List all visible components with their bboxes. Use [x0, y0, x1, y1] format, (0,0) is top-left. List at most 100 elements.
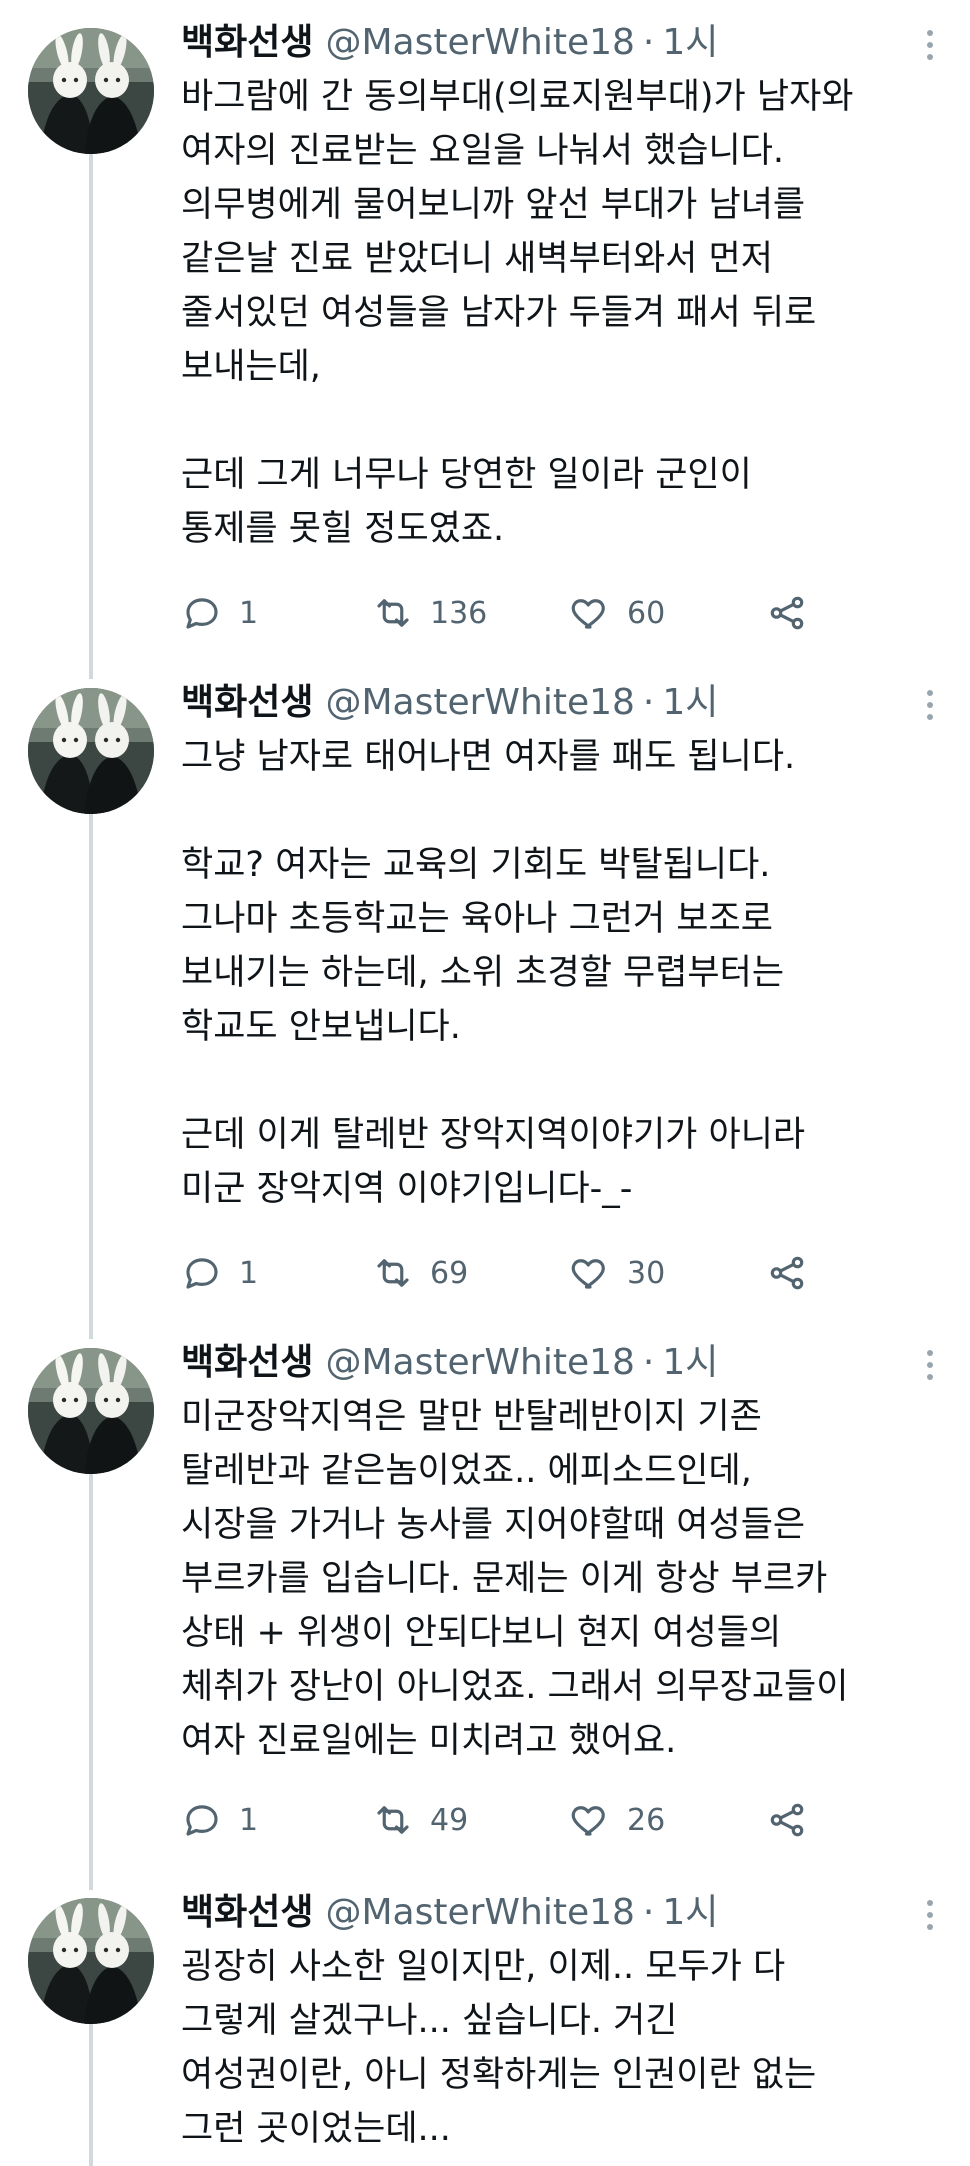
- more-dot-icon: [927, 1924, 933, 1930]
- retweet-count: 49: [430, 1802, 469, 1838]
- reply-icon: [186, 1258, 218, 1289]
- avatar[interactable]: [28, 688, 154, 814]
- tweet-header: 백화선생 @MasterWhite18 · 1시: [181, 18, 718, 68]
- tweet-time[interactable]: 1시: [662, 1338, 718, 1388]
- tweet-line: 상태 + 위생이 안되다보니 현지 여성들의: [181, 1613, 782, 1653]
- more-menu-button[interactable]: [920, 1900, 940, 1940]
- avatar[interactable]: [28, 1348, 154, 1474]
- separator-dot: ·: [642, 22, 655, 63]
- author-handle[interactable]: @MasterWhite18: [325, 678, 634, 728]
- author-handle[interactable]: @MasterWhite18: [325, 1888, 634, 1938]
- separator-dot: ·: [642, 682, 655, 723]
- like-count: 26: [627, 1802, 666, 1838]
- author-handle[interactable]: @MasterWhite18: [325, 18, 634, 68]
- tweet-line: 그런 곳이었는데...: [181, 2109, 451, 2149]
- tweet-line: 통제를 못힐 정도였죠.: [181, 509, 505, 549]
- tweet-time[interactable]: 1시: [662, 18, 718, 68]
- tweet-line: 미군 장악지역 이야기입니다-_-: [181, 1169, 633, 1209]
- tweet-line: 학교도 안보냅니다.: [181, 1007, 461, 1047]
- reply-button[interactable]: 1: [181, 1796, 258, 1844]
- share-button[interactable]: [766, 589, 824, 637]
- separator-dot: ·: [642, 1892, 655, 1933]
- more-dot-icon: [927, 1912, 933, 1918]
- tweet-actions: 1 49 26: [181, 1796, 941, 1844]
- tweet-line: 보내기는 하는데, 소위 초경할 무렵부터는: [181, 953, 785, 993]
- tweet-line: 여자 진료일에는 미치려고 했어요.: [181, 1721, 677, 1761]
- tweet-line: 보내는데,: [181, 347, 321, 387]
- more-menu-button[interactable]: [920, 690, 940, 730]
- more-dot-icon: [927, 42, 933, 48]
- heart-icon: [571, 599, 605, 629]
- like-count: 60: [627, 595, 666, 631]
- tweet-header: 백화선생 @MasterWhite18 · 1시: [181, 678, 718, 728]
- tweet-line: 그나마 초등학교는 육아나 그런거 보조로: [181, 899, 773, 939]
- tweet-line: 부르카를 입습니다. 문제는 이게 항상 부르카: [181, 1559, 828, 1599]
- like-button[interactable]: 26: [569, 1796, 665, 1844]
- more-dot-icon: [927, 1362, 933, 1368]
- tweet-text: 미군장악지역은 말만 반탈레반이지 기존 탈레반과 같은놈이었죠.. 에피소드인…: [181, 1390, 951, 1768]
- tweet-line: 여성권이란, 아니 정확하게는 인권이란 없는: [181, 2055, 817, 2095]
- tweet-line: 같은날 진료 받았더니 새벽부터와서 먼저: [181, 239, 773, 279]
- tweet-time[interactable]: 1시: [662, 678, 718, 728]
- avatar[interactable]: [28, 1898, 154, 2024]
- more-dot-icon: [927, 1374, 933, 1380]
- more-dot-icon: [927, 1350, 933, 1356]
- tweet-line: 시장을 가거나 농사를 지어야할때 여성들은: [181, 1505, 806, 1545]
- like-button[interactable]: 60: [569, 589, 665, 637]
- more-dot-icon: [927, 690, 933, 696]
- tweet-2[interactable]: 백화선생 @MasterWhite18 · 1시 그냥 남자로 태어나면 여자를…: [0, 660, 970, 1320]
- reply-icon: [186, 1805, 218, 1836]
- like-count: 30: [627, 1255, 666, 1291]
- tweet-line: 바그람에 간 동의부대(의료지원부대)가 남자와: [181, 77, 854, 117]
- tweet-header: 백화선생 @MasterWhite18 · 1시: [181, 1338, 718, 1388]
- author-name[interactable]: 백화선생: [181, 18, 313, 68]
- reply-icon: [186, 598, 218, 629]
- share-icon: [770, 596, 804, 630]
- tweet-line: 그냥 남자로 태어나면 여자를 패도 됩니다.: [181, 737, 796, 777]
- tweet-line-gap: [181, 394, 951, 448]
- heart-icon: [571, 1259, 605, 1289]
- retweet-icon: [377, 1806, 409, 1834]
- author-name[interactable]: 백화선생: [181, 678, 313, 728]
- avatar-image: [28, 28, 154, 154]
- tweet-text: 그냥 남자로 태어나면 여자를 패도 됩니다. 학교? 여자는 교육의 기회도 …: [181, 730, 951, 1216]
- tweet-actions: 1 69 30: [181, 1249, 941, 1297]
- share-button[interactable]: [766, 1796, 824, 1844]
- retweet-count: 136: [430, 595, 488, 631]
- author-name[interactable]: 백화선생: [181, 1338, 313, 1388]
- avatar[interactable]: [28, 28, 154, 154]
- retweet-count: 69: [430, 1255, 469, 1291]
- share-icon: [770, 1256, 804, 1290]
- more-menu-button[interactable]: [920, 1350, 940, 1390]
- author-name[interactable]: 백화선생: [181, 1888, 313, 1938]
- avatar-image: [28, 688, 154, 814]
- tweet-3[interactable]: 백화선생 @MasterWhite18 · 1시 미군장악지역은 말만 반탈레반…: [0, 1320, 970, 1870]
- tweet-line: 미군장악지역은 말만 반탈레반이지 기존: [181, 1397, 762, 1437]
- avatar-image: [28, 1898, 154, 2024]
- tweet-text: 바그람에 간 동의부대(의료지원부대)가 남자와 여자의 진료받는 요일을 나눠…: [181, 70, 951, 556]
- like-button[interactable]: 30: [569, 1249, 665, 1297]
- retweet-button[interactable]: 69: [372, 1249, 468, 1297]
- retweet-button[interactable]: 136: [372, 589, 487, 637]
- author-handle[interactable]: @MasterWhite18: [325, 1338, 634, 1388]
- retweet-button[interactable]: 49: [372, 1796, 468, 1844]
- tweet-line: 체취가 장난이 아니었죠. 그래서 의무장교들이: [181, 1667, 849, 1707]
- more-menu-button[interactable]: [920, 30, 940, 70]
- tweet-text: 굉장히 사소한 일이지만, 이제.. 모두가 다 그렇게 살겠구나... 싶습니…: [181, 1940, 951, 2156]
- reply-button[interactable]: 1: [181, 589, 258, 637]
- tweet-4[interactable]: 백화선생 @MasterWhite18 · 1시 굉장히 사소한 일이지만, 이…: [0, 1870, 970, 2166]
- tweet-line: 여자의 진료받는 요일을 나눠서 했습니다.: [181, 131, 785, 171]
- tweet-time[interactable]: 1시: [662, 1888, 718, 1938]
- tweet-line-gap: [181, 1054, 951, 1108]
- retweet-icon: [377, 599, 409, 627]
- tweet-line: 학교? 여자는 교육의 기회도 박탈됩니다.: [181, 845, 771, 885]
- tweet-line: 의무병에게 물어보니까 앞선 부대가 남녀를: [181, 185, 806, 225]
- tweet-1[interactable]: 백화선생 @MasterWhite18 · 1시 바그람에 간 동의부대(의료지…: [0, 0, 970, 660]
- tweet-line: 그렇게 살겠구나... 싶습니다. 거긴: [181, 2001, 678, 2041]
- reply-count: 1: [239, 595, 259, 631]
- reply-button[interactable]: 1: [181, 1249, 258, 1297]
- more-dot-icon: [927, 54, 933, 60]
- share-icon: [770, 1803, 804, 1837]
- tweet-actions: 1 136 60: [181, 589, 941, 637]
- share-button[interactable]: [766, 1249, 824, 1297]
